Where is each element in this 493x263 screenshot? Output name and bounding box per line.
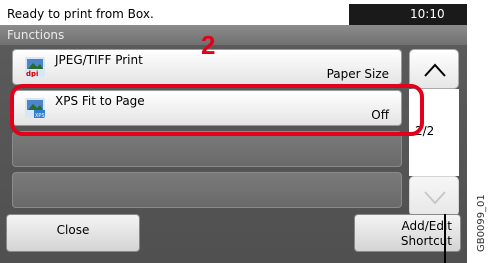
- panel-title-bar: Functions: [0, 25, 467, 45]
- svg-text:dpi: dpi: [26, 70, 38, 77]
- row-value: Paper Size: [326, 67, 389, 81]
- clock: 10:10: [410, 7, 445, 21]
- panel-title: Functions: [7, 28, 65, 42]
- status-bar: Ready to print from Box. 10:10: [0, 4, 467, 25]
- close-button[interactable]: Close: [6, 214, 140, 252]
- list-item-empty: [12, 131, 402, 167]
- chevron-up-icon: [424, 63, 446, 77]
- status-message: Ready to print from Box.: [0, 4, 349, 25]
- pointer-line: [444, 214, 446, 263]
- scroll-up-button[interactable]: [409, 49, 459, 89]
- callout-number: 2: [201, 30, 216, 60]
- callout-highlight: [10, 84, 424, 136]
- figure-id: GB0099_01: [476, 194, 487, 252]
- scroll-down-button[interactable]: [409, 176, 459, 216]
- jpeg-dpi-icon: dpi: [25, 57, 45, 77]
- chevron-down-icon: [424, 191, 446, 205]
- row-label: JPEG/TIFF Print: [55, 53, 143, 67]
- list-item-empty: [12, 172, 402, 208]
